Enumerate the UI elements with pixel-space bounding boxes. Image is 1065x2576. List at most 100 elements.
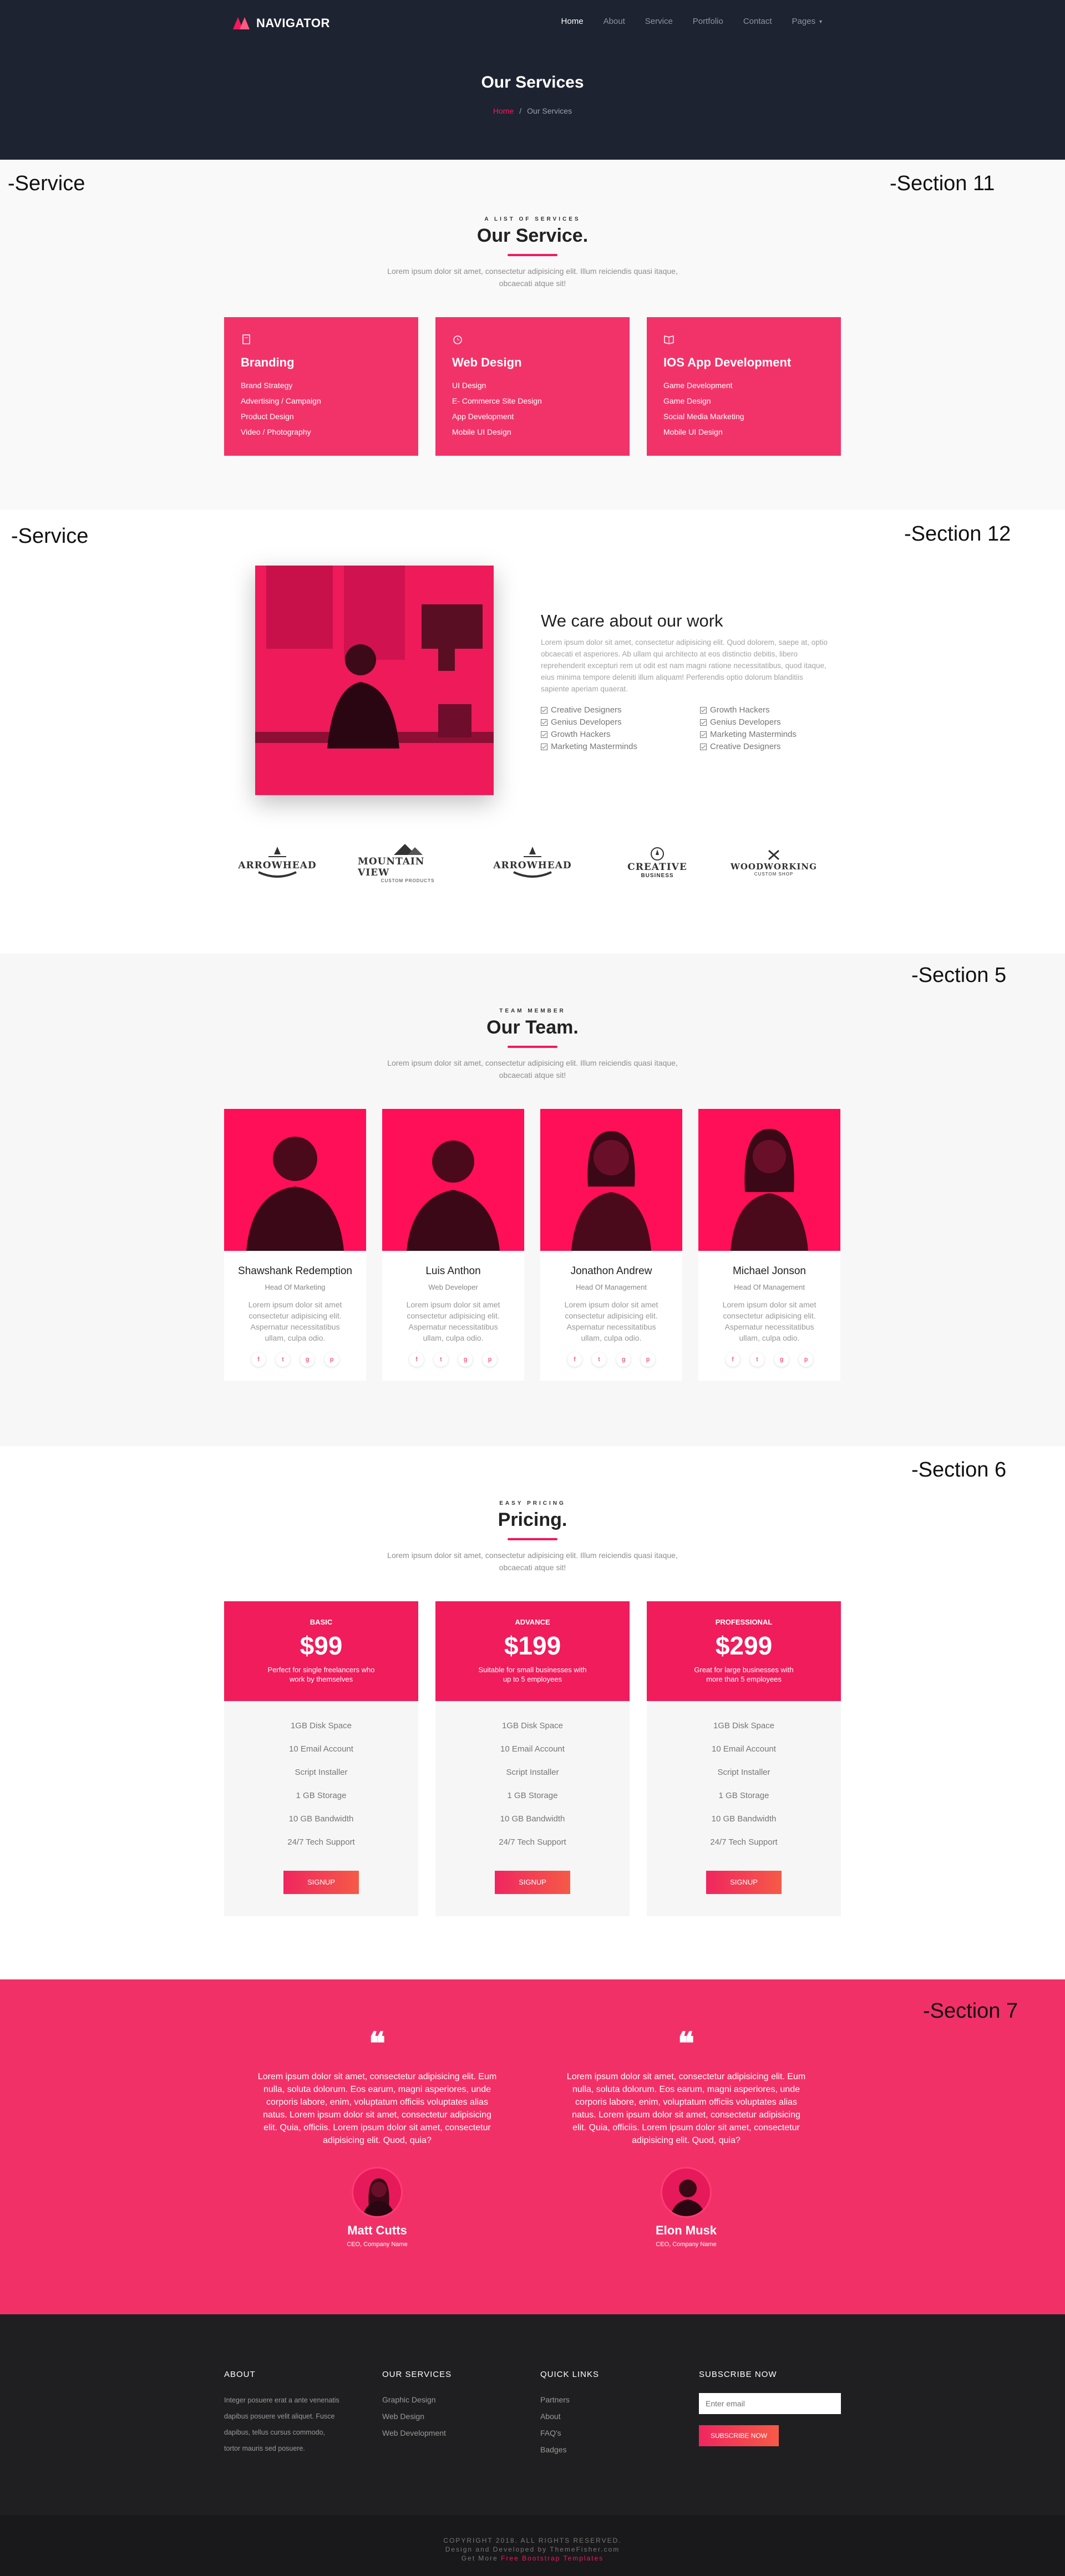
twitter-icon[interactable]: t — [592, 1352, 606, 1367]
document-icon — [242, 334, 250, 344]
testimonial-role: CEO, Company Name — [656, 2241, 717, 2248]
plan-feature: 10 GB Bandwidth — [711, 1814, 777, 1824]
plan-features: 1GB Disk Space 10 Email Account Script I… — [647, 1714, 841, 1854]
plan-feature: 10 Email Account — [712, 1744, 776, 1754]
plan-feature: 1GB Disk Space — [290, 1721, 352, 1730]
pricing-kicker: EASY PRICING — [499, 1500, 566, 1506]
google-plus-icon[interactable]: g — [616, 1352, 631, 1367]
member-role: Web Developer — [428, 1283, 478, 1291]
footer: ABOUT Integer posuere erat a ante venena… — [0, 2314, 1065, 2515]
service-card-ios-app[interactable]: IOS App Development Game Development Gam… — [647, 317, 841, 456]
footer-links-title: QUICK LINKS — [540, 2370, 600, 2379]
footer-link[interactable]: Graphic Design — [382, 2391, 515, 2408]
plan-feature: 10 Email Account — [289, 1744, 353, 1754]
email-field[interactable] — [699, 2393, 841, 2414]
service-card-branding[interactable]: Branding Brand Strategy Advertising / Ca… — [224, 317, 418, 456]
service-card-web-design[interactable]: Web Design UI Design E- Commerce Site De… — [435, 317, 630, 456]
member-name: Michael Jonson — [732, 1265, 807, 1277]
signup-button[interactable]: SIGNUP — [706, 1871, 782, 1894]
annotation-section-12: -Section 12 — [904, 522, 1011, 546]
footer-link[interactable]: Badges — [540, 2441, 673, 2458]
nav-home[interactable]: Home — [561, 17, 584, 26]
pinterest-icon[interactable]: p — [483, 1352, 497, 1367]
google-plus-icon[interactable]: g — [300, 1352, 315, 1367]
site-logo[interactable]: NAVIGATOR — [233, 16, 330, 31]
annotation-section-7: -Section 7 — [923, 1999, 1018, 2023]
twitter-icon[interactable]: t — [434, 1352, 448, 1367]
footer-link[interactable]: FAQ's — [540, 2425, 673, 2441]
main-nav: Home About Service Portfolio Contact Pag… — [561, 17, 823, 26]
feature-item: Marketing Masterminds — [541, 741, 637, 753]
subscribe-button[interactable]: SUBSCRIBE NOW — [699, 2425, 779, 2446]
team-heading: Our Team. — [486, 1017, 579, 1038]
plan-feature: 1 GB Storage — [718, 1791, 769, 1800]
member-name: Shawshank Redemption — [238, 1265, 352, 1277]
nav-pages[interactable]: Pages ▼ — [792, 17, 823, 26]
about-section: -Service -Section 12 We care about our w… — [0, 510, 1065, 954]
feature-list-left: Creative Designers Genius Developers Gro… — [541, 704, 637, 753]
logo-icon — [233, 17, 250, 29]
footer-link[interactable]: Web Development — [382, 2425, 515, 2441]
brand-sub: CUSTOM PRODUCTS — [381, 878, 435, 883]
facebook-icon[interactable]: f — [409, 1352, 424, 1367]
member-bio: Lorem ipsum dolor sit amet consectetur a… — [248, 1300, 342, 1342]
feature-item: Growth Hackers — [700, 704, 797, 716]
client-logo-mountain-view: MOUNTAIN VIEW CUSTOM PRODUCTS — [358, 832, 458, 893]
swoosh-icon — [513, 871, 552, 878]
annotation-service-2: -Service — [11, 525, 89, 548]
heading-underline — [508, 254, 557, 256]
twitter-icon[interactable]: t — [276, 1352, 290, 1367]
templates-link[interactable]: Free Bootstrap Templates — [501, 2554, 604, 2562]
member-portrait — [246, 1137, 344, 1251]
checkbox-icon — [700, 731, 707, 738]
footer-quick-links: QUICK LINKS Partners About FAQ's Badges — [540, 2370, 673, 2458]
footer-services-title: OUR SERVICES — [382, 2370, 452, 2379]
team-card: Shawshank Redemption Head Of Marketing L… — [224, 1109, 366, 1381]
annotation-service-1: -Service — [8, 172, 85, 195]
feature-item: Genius Developers — [700, 716, 797, 729]
footer-link[interactable]: Partners — [540, 2391, 673, 2408]
book-icon — [664, 335, 674, 344]
testimonials-section: -Section 7 ❝ Lorem ipsum dolor sit amet,… — [0, 1979, 1065, 2314]
footer-link[interactable]: About — [540, 2408, 673, 2425]
testimonial-name: Matt Cutts — [347, 2223, 407, 2237]
avatar — [661, 2167, 712, 2218]
about-title: We care about our work — [541, 611, 723, 630]
nav-about[interactable]: About — [604, 17, 625, 26]
facebook-icon[interactable]: f — [567, 1352, 582, 1367]
service-title: IOS App Development — [663, 355, 792, 369]
signup-button[interactable]: SIGNUP — [283, 1871, 359, 1894]
plan-feature: Script Installer — [295, 1768, 348, 1777]
signup-button[interactable]: SIGNUP — [495, 1871, 570, 1894]
plan-price: $199 — [504, 1631, 561, 1660]
facebook-icon[interactable]: f — [726, 1352, 740, 1367]
about-text: Lorem ipsum dolor sit amet, consectetur … — [541, 638, 828, 693]
breadcrumb-separator: / — [519, 106, 522, 115]
google-plus-icon[interactable]: g — [774, 1352, 789, 1367]
service-item: Social Media Marketing — [663, 412, 744, 421]
about-photo-image — [255, 566, 494, 795]
pinterest-icon[interactable]: p — [324, 1352, 339, 1367]
plan-feature: 1 GB Storage — [507, 1791, 558, 1800]
footer-about-text: Integer posuere erat a ante venenatis da… — [224, 2396, 339, 2452]
nav-service[interactable]: Service — [645, 17, 673, 26]
copyright-text: COPYRIGHT 2018. ALL RIGHTS RESERVED. — [443, 2537, 622, 2544]
quote-icon: ❝ — [677, 2025, 695, 2062]
credit-text: Design and Developed by ThemeFisher.com — [445, 2546, 620, 2553]
nav-portfolio[interactable]: Portfolio — [693, 17, 723, 26]
pinterest-icon[interactable]: p — [641, 1352, 655, 1367]
quote-icon: ❝ — [368, 2025, 386, 2062]
facebook-icon[interactable]: f — [251, 1352, 266, 1367]
nav-pages-label: Pages — [792, 17, 816, 26]
footer-link[interactable]: Web Design — [382, 2408, 515, 2425]
twitter-icon[interactable]: t — [750, 1352, 764, 1367]
checkbox-icon — [541, 707, 547, 714]
google-plus-icon[interactable]: g — [458, 1352, 473, 1367]
pinterest-icon[interactable]: p — [799, 1352, 813, 1367]
breadcrumb-home[interactable]: Home — [493, 106, 514, 115]
avatar — [352, 2167, 403, 2218]
member-photo — [382, 1109, 524, 1251]
service-item: Video / Photography — [241, 427, 311, 436]
nav-contact[interactable]: Contact — [743, 17, 772, 26]
plan-feature: 10 GB Bandwidth — [288, 1814, 354, 1824]
